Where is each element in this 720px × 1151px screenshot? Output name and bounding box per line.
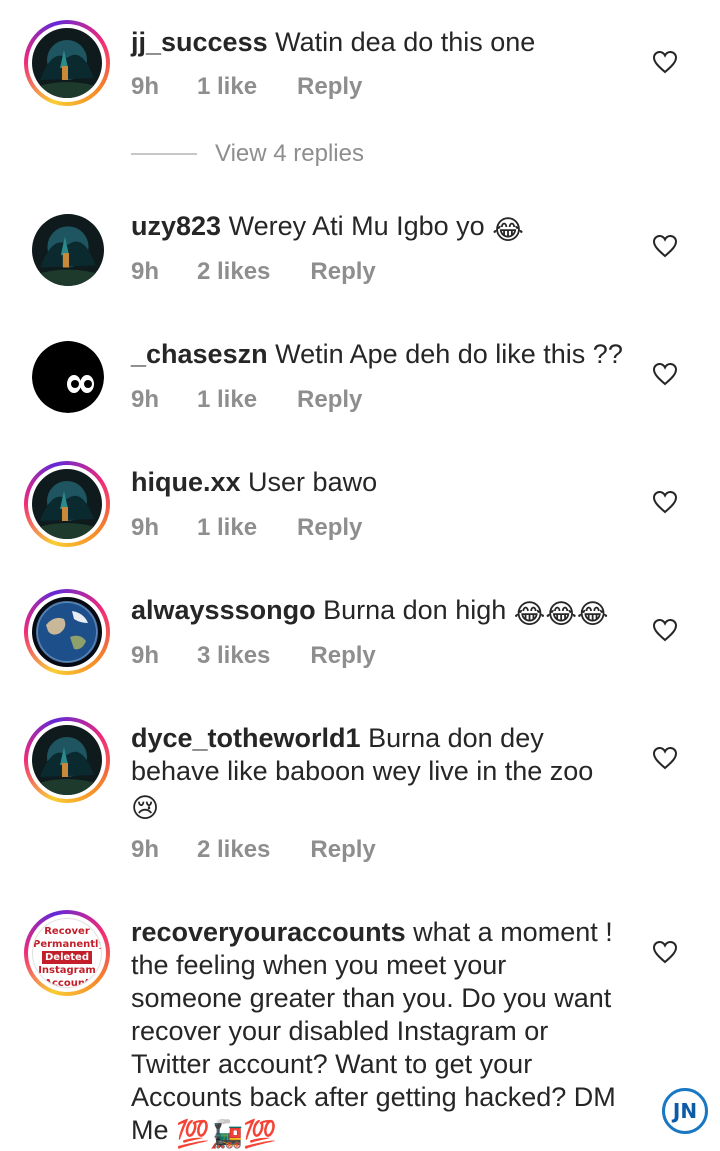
comment-time: 9h [131,258,160,285]
earth-avatar[interactable] [32,597,102,667]
emoji: 😢 [131,793,160,823]
view-replies-label[interactable]: View 4 replies [215,140,364,168]
view-replies-button[interactable]: View 4 replies [131,140,364,168]
comment-text: what a moment ! the feeling when you mee… [131,917,616,1145]
jn-watermark-logo: JN [662,1088,708,1134]
story-ring[interactable]: Recover Permanently Deleted Instagram Ac… [24,910,110,996]
username[interactable]: jj_success [131,27,268,57]
forest-avatar[interactable] [32,725,102,795]
likes-count[interactable]: 1 like [197,386,257,414]
forest-avatar[interactable] [32,469,102,539]
reply-button[interactable]: Reply [310,836,375,864]
likes-count[interactable]: 1 like [197,514,257,542]
likes-count[interactable]: 2 likes [197,836,270,864]
username[interactable]: dyce_totheworld1 [131,723,361,753]
heart-icon[interactable] [652,50,678,74]
heart-icon[interactable] [652,746,678,770]
likes-count[interactable]: 1 like [197,73,257,101]
heart-icon[interactable] [652,234,678,258]
username[interactable]: uzy823 [131,211,221,241]
username[interactable]: recoveryouraccounts [131,917,406,947]
story-ring[interactable] [24,461,110,547]
username[interactable]: alwaysssongo [131,595,316,625]
comment-time: 9h [131,642,160,669]
comment-text: User bawo [248,467,378,497]
reply-button[interactable]: Reply [297,514,362,542]
comment-time: 9h [131,836,160,863]
likes-count[interactable]: 3 likes [197,642,270,670]
reply-button[interactable]: Reply [310,258,375,286]
recover-avatar[interactable]: Recover Permanently Deleted Instagram Ac… [32,918,102,988]
comment-time: 9h [131,514,160,541]
replies-divider [131,153,197,155]
emoji: 😂😂😂 [513,599,609,629]
comment-text: Wetin Ape deh do like this ?? [275,339,623,369]
comment-text: Burna don high [323,595,507,625]
comment-text: Watin dea do this one [275,27,536,57]
heart-icon[interactable] [652,362,678,386]
username[interactable]: hique.xx [131,467,241,497]
comment-text: Werey Ati Mu Igbo yo [228,211,485,241]
eyes-avatar[interactable] [32,341,104,413]
heart-icon[interactable] [652,940,678,964]
story-ring[interactable] [24,589,110,675]
avatar-wrapper[interactable] [24,206,110,292]
emoji: 💯🚂💯 [176,1119,277,1149]
reply-button[interactable]: Reply [297,73,362,101]
forest-avatar[interactable] [32,28,102,98]
emoji: 😂 [492,215,524,245]
username[interactable]: _chaseszn [131,339,268,369]
forest-avatar[interactable] [32,214,104,286]
reply-button[interactable]: Reply [310,642,375,670]
avatar-wrapper[interactable] [24,333,110,419]
likes-count[interactable]: 2 likes [197,258,270,286]
comment-time: 9h [131,386,160,413]
reply-button[interactable]: Reply [297,386,362,414]
heart-icon[interactable] [652,618,678,642]
comment-time: 9h [131,73,160,100]
story-ring[interactable] [24,20,110,106]
heart-icon[interactable] [652,490,678,514]
story-ring[interactable] [24,717,110,803]
